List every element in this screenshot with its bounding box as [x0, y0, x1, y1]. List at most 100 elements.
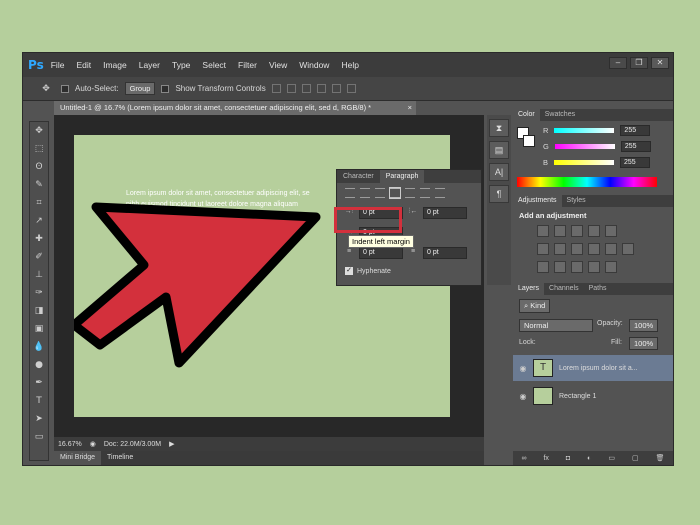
menu-edit[interactable]: Edit: [76, 60, 91, 70]
menu-layer[interactable]: Layer: [139, 60, 160, 70]
tab-timeline[interactable]: Timeline: [101, 451, 139, 465]
tab-styles[interactable]: Styles: [562, 195, 591, 207]
menu-view[interactable]: View: [269, 60, 287, 70]
brightness-icon[interactable]: [537, 225, 549, 237]
align-right-icon[interactable]: [375, 188, 385, 198]
selective-color-icon[interactable]: [605, 261, 617, 273]
channel-mixer-icon[interactable]: [605, 243, 617, 255]
menu-image[interactable]: Image: [103, 60, 127, 70]
color-balance-icon[interactable]: [554, 243, 566, 255]
invert-icon[interactable]: [537, 261, 549, 273]
marquee-tool-icon[interactable]: ⬚: [30, 140, 48, 158]
layer-row[interactable]: ◉ T Lorem ipsum dolor sit a...: [513, 355, 673, 381]
actions-icon[interactable]: ▤: [489, 141, 509, 159]
eraser-tool-icon[interactable]: ◨: [30, 302, 48, 320]
brush-tool-icon[interactable]: ✐: [30, 248, 48, 266]
document-tab[interactable]: Untitled-1 @ 16.7% (Lorem ipsum dolor si…: [54, 101, 416, 115]
trash-icon[interactable]: 🗑: [656, 454, 665, 462]
menu-file[interactable]: File: [51, 60, 65, 70]
tab-character[interactable]: Character: [337, 170, 380, 183]
tab-paragraph[interactable]: Paragraph: [379, 170, 425, 183]
info-icon[interactable]: ◉: [90, 440, 96, 448]
indent-right-field[interactable]: 0 pt: [423, 207, 467, 219]
fill-field[interactable]: 100%: [629, 337, 659, 350]
align-center-icon[interactable]: [360, 188, 370, 198]
menu-filter[interactable]: Filter: [238, 60, 257, 70]
tab-swatches[interactable]: Swatches: [540, 109, 580, 121]
align-icon[interactable]: [316, 84, 326, 93]
link-icon[interactable]: ∞: [521, 455, 526, 462]
align-left-icon[interactable]: [345, 188, 355, 198]
move-tool-icon[interactable]: ✥: [30, 122, 48, 140]
green-value[interactable]: 255: [620, 141, 651, 152]
justify-left-icon[interactable]: [389, 187, 401, 199]
move-tool-icon[interactable]: ✥: [37, 80, 55, 98]
dodge-tool-icon[interactable]: ●: [30, 356, 48, 374]
threshold-icon[interactable]: [571, 261, 583, 273]
blue-slider[interactable]: [554, 160, 615, 165]
menu-type[interactable]: Type: [172, 60, 190, 70]
zoom-level[interactable]: 16.67%: [58, 441, 82, 448]
menu-window[interactable]: Window: [299, 60, 329, 70]
hyphenate-checkbox[interactable]: ✓: [345, 267, 353, 275]
pen-tool-icon[interactable]: ✒: [30, 374, 48, 392]
layer-row[interactable]: ◉ Rectangle 1: [513, 383, 673, 409]
minimize-button[interactable]: –: [609, 57, 627, 69]
close-tab-icon[interactable]: ×: [408, 101, 412, 115]
align-icon[interactable]: [301, 84, 311, 93]
align-icon[interactable]: [271, 84, 281, 93]
auto-select-dropdown[interactable]: Group: [124, 82, 156, 95]
justify-right-icon[interactable]: [420, 188, 430, 198]
tab-mini-bridge[interactable]: Mini Bridge: [54, 451, 102, 465]
shape-tool-icon[interactable]: ▭: [30, 428, 48, 446]
close-button[interactable]: ✕: [651, 57, 669, 69]
exposure-icon[interactable]: [588, 225, 600, 237]
type-tool-icon[interactable]: T: [30, 392, 48, 410]
justify-center-icon[interactable]: [405, 188, 415, 198]
color-spectrum[interactable]: [517, 177, 657, 187]
tab-color[interactable]: Color: [513, 109, 540, 121]
opacity-field[interactable]: 100%: [629, 319, 659, 332]
transform-checkbox[interactable]: [161, 84, 170, 93]
black-white-icon[interactable]: [571, 243, 583, 255]
gradient-tool-icon[interactable]: ▣: [30, 320, 48, 338]
color-lookup-icon[interactable]: [622, 243, 634, 255]
red-slider[interactable]: [554, 128, 615, 133]
healing-brush-icon[interactable]: ✚: [30, 230, 48, 248]
space-after-field[interactable]: 0 pt: [423, 247, 467, 259]
tab-layers[interactable]: Layers: [513, 283, 545, 295]
levels-icon[interactable]: [554, 225, 566, 237]
green-slider[interactable]: [554, 144, 615, 149]
menu-help[interactable]: Help: [341, 60, 358, 70]
eye-icon[interactable]: ◉: [513, 364, 533, 373]
align-icon[interactable]: [286, 84, 296, 93]
tab-channels[interactable]: Channels: [544, 283, 584, 295]
paragraph-icon[interactable]: ¶: [489, 185, 509, 203]
red-value[interactable]: 255: [620, 125, 651, 136]
fx-icon[interactable]: fx: [543, 455, 548, 462]
path-select-icon[interactable]: ➤: [30, 410, 48, 428]
auto-select-checkbox[interactable]: [61, 84, 69, 93]
blur-tool-icon[interactable]: 💧: [30, 338, 48, 356]
blue-value[interactable]: 255: [620, 157, 651, 168]
folder-icon[interactable]: ▭: [608, 454, 615, 462]
gradient-map-icon[interactable]: [588, 261, 600, 273]
curves-icon[interactable]: [571, 225, 583, 237]
eye-icon[interactable]: ◉: [513, 392, 533, 401]
character-icon[interactable]: A|: [489, 163, 509, 181]
kind-filter-dropdown[interactable]: ⌕ Kind: [519, 299, 551, 313]
posterize-icon[interactable]: [554, 261, 566, 273]
quick-select-icon[interactable]: ✎: [30, 176, 48, 194]
history-brush-icon[interactable]: ✑: [30, 284, 48, 302]
maximize-button[interactable]: ❐: [630, 57, 648, 69]
menu-select[interactable]: Select: [202, 60, 226, 70]
tab-paths[interactable]: Paths: [584, 283, 612, 295]
stamp-tool-icon[interactable]: ⊥: [30, 266, 48, 284]
adjustment-layer-icon[interactable]: ◐: [587, 455, 591, 462]
distribute-icon[interactable]: [346, 84, 356, 93]
history-icon[interactable]: ⧗: [489, 119, 509, 137]
blend-mode-dropdown[interactable]: Normal: [519, 319, 593, 332]
mask-icon[interactable]: ◘: [566, 455, 570, 462]
justify-all-icon[interactable]: [435, 188, 445, 198]
photo-filter-icon[interactable]: [588, 243, 600, 255]
